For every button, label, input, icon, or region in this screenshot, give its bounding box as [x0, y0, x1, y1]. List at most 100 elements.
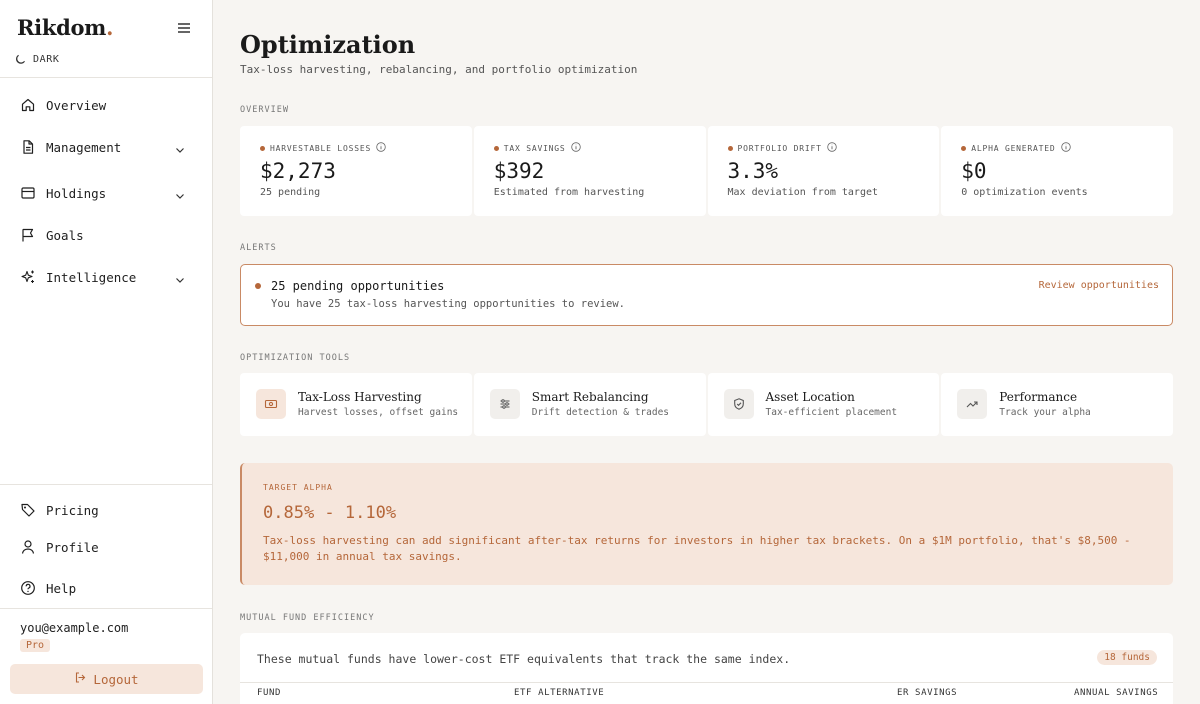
nav-item-overview[interactable]: Overview: [20, 93, 192, 117]
document-icon: [20, 139, 36, 155]
stat-label-row: PORTFOLIO DRIFT: [727, 142, 837, 154]
logout-label: Logout: [93, 671, 139, 687]
money-icon: [256, 389, 286, 419]
info-icon[interactable]: [827, 142, 837, 154]
trending-up-icon: [957, 389, 988, 419]
chevron-down-icon[interactable]: [174, 271, 186, 283]
nav-item-management[interactable]: Management: [20, 135, 192, 159]
alert-card: 25 pending opportunities You have 25 tax…: [240, 264, 1173, 326]
moon-icon: [15, 50, 27, 69]
table-header-divider: [240, 682, 1173, 683]
nav-item-profile[interactable]: Profile: [20, 535, 192, 559]
user-icon: [20, 539, 36, 555]
chevron-down-icon[interactable]: [174, 187, 186, 199]
bullet: [493, 145, 499, 151]
target-alpha-text: Tax-loss harvesting can add significant …: [263, 534, 1131, 563]
tool-card-smart-rebalancing[interactable]: Smart Rebalancing Drift detection & trad…: [473, 373, 706, 436]
nav-item-goals[interactable]: Goals: [20, 223, 192, 247]
bullet: [727, 145, 733, 151]
logout-icon: [74, 671, 87, 687]
column-header-fund[interactable]: FUND: [257, 688, 281, 698]
alert-title: 25 pending opportunities: [271, 279, 445, 293]
info-icon[interactable]: [376, 142, 386, 154]
stat-card-alpha-generated: ALPHA GENERATED $0 0 optimization events: [941, 126, 1173, 216]
section-label-tools: OPTIMIZATION TOOLS: [240, 353, 351, 363]
nav-label: Intelligence: [46, 269, 137, 285]
stat-label: HARVESTABLE LOSSES: [270, 143, 372, 153]
alert-bullet: [255, 283, 261, 289]
stat-card-tax-savings: TAX SAVINGS $392 Estimated from harvesti…: [473, 126, 706, 216]
divider: [0, 77, 212, 78]
theme-toggle[interactable]: DARK: [15, 50, 59, 69]
tool-card-asset-location[interactable]: Asset Location Tax-efficient placement: [707, 373, 940, 436]
sliders-icon: [489, 389, 520, 419]
funds-intro: These mutual funds have lower-cost ETF e…: [257, 652, 791, 666]
menu-icon[interactable]: [175, 19, 193, 37]
column-header-annual-savings[interactable]: ANNUAL SAVINGS: [1074, 688, 1158, 698]
stat-label-row: HARVESTABLE LOSSES: [260, 142, 386, 154]
tool-name: Tax-Loss Harvesting: [298, 390, 422, 404]
stat-note: 25 pending: [260, 187, 321, 198]
tool-desc: Drift detection & trades: [531, 407, 670, 418]
nav-label: Holdings: [46, 185, 107, 201]
fund-efficiency-card: These mutual funds have lower-cost ETF e…: [240, 633, 1173, 704]
stat-note: Estimated from harvesting: [493, 187, 645, 198]
column-header-er-savings[interactable]: ER SAVINGS: [897, 688, 957, 698]
tool-name: Performance: [999, 390, 1078, 404]
tag-icon: [20, 502, 36, 518]
nav-item-help[interactable]: Help: [20, 576, 192, 600]
nav-item-holdings[interactable]: Holdings: [20, 181, 192, 205]
brand-logo[interactable]: Rikdom.: [17, 15, 113, 40]
stat-value: 3.3%: [727, 159, 779, 183]
main-content: Optimization Tax-loss harvesting, rebala…: [213, 0, 1200, 704]
tool-desc: Harvest losses, offset gains: [298, 407, 459, 418]
brand-dot: .: [106, 15, 114, 40]
page-title: Optimization: [240, 30, 416, 59]
nav-label: Help: [46, 580, 77, 596]
divider: [0, 484, 212, 485]
logout-button[interactable]: Logout: [10, 664, 203, 694]
stat-label-row: ALPHA GENERATED: [961, 142, 1071, 154]
stat-card-portfolio-drift: PORTFOLIO DRIFT 3.3% Max deviation from …: [707, 126, 940, 216]
chevron-down-icon[interactable]: [174, 141, 186, 153]
tool-name: Smart Rebalancing: [531, 390, 649, 404]
target-alpha-label: TARGET ALPHA: [263, 483, 333, 492]
stat-label: PORTFOLIO DRIFT: [737, 143, 822, 153]
stat-card-harvestable-losses: HARVESTABLE LOSSES $2,273 25 pending: [240, 126, 472, 216]
brand-name: Rikdom: [17, 15, 107, 40]
user-email: you@example.com: [20, 621, 129, 635]
column-header-etf-alternative[interactable]: ETF ALTERNATIVE: [514, 688, 604, 698]
help-icon: [20, 580, 36, 596]
nav-item-pricing[interactable]: Pricing: [20, 498, 192, 522]
nav-item-intelligence[interactable]: Intelligence: [20, 265, 192, 289]
info-icon[interactable]: [1060, 142, 1071, 154]
nav-label: Management: [46, 139, 122, 155]
funds-count-badge: 18 funds: [1097, 650, 1157, 665]
divider: [0, 608, 212, 609]
bullet: [961, 145, 967, 151]
stat-note: 0 optimization events: [961, 187, 1088, 198]
home-icon: [20, 97, 36, 113]
info-icon[interactable]: [570, 142, 581, 154]
nav-label: Profile: [46, 539, 99, 555]
nav-label: Overview: [46, 97, 107, 113]
tool-card-tax-loss-harvesting[interactable]: Tax-Loss Harvesting Harvest losses, offs…: [240, 373, 472, 436]
tool-desc: Tax-efficient placement: [765, 407, 898, 418]
section-label-overview: OVERVIEW: [240, 105, 289, 115]
target-alpha-value: 0.85% - 1.10%: [263, 503, 397, 523]
bullet: [260, 145, 265, 151]
nav-label: Goals: [46, 227, 84, 243]
stat-label-row: TAX SAVINGS: [493, 142, 581, 154]
tool-card-performance[interactable]: Performance Track your alpha: [941, 373, 1173, 436]
sidebar: Rikdom. DARK Overview Management Holding…: [0, 0, 213, 704]
target-alpha-card: TARGET ALPHA 0.85% - 1.10% Tax-loss harv…: [240, 463, 1173, 585]
tool-desc: Track your alpha: [999, 407, 1091, 418]
nav-label: Pricing: [46, 502, 99, 518]
shield-icon: [723, 389, 754, 419]
stat-value: $0: [961, 159, 987, 183]
stat-note: Max deviation from target: [727, 187, 879, 198]
wallet-icon: [20, 185, 36, 201]
review-opportunities-link[interactable]: Review opportunities: [1039, 280, 1159, 291]
theme-label: DARK: [33, 54, 60, 65]
section-label-alerts: ALERTS: [240, 243, 277, 253]
